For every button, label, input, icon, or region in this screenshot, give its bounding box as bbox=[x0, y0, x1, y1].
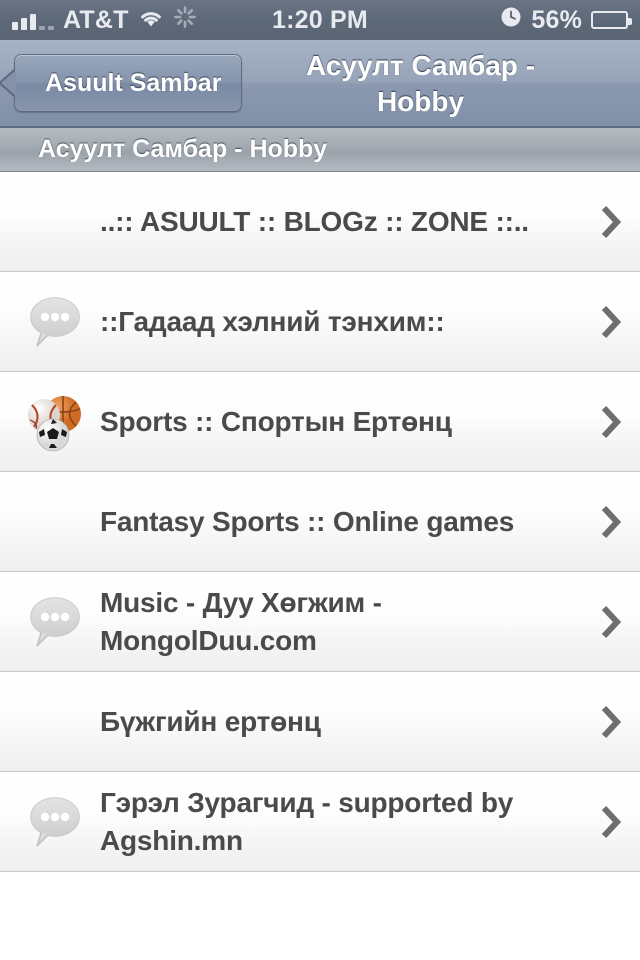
disclosure-chevron-icon[interactable] bbox=[594, 805, 640, 839]
signal-bars-icon bbox=[12, 10, 54, 30]
disclosure-chevron-icon[interactable] bbox=[594, 605, 640, 639]
back-button[interactable]: Asuult Sambar bbox=[0, 54, 243, 112]
battery-percent-label: 56% bbox=[531, 5, 582, 34]
status-bar: AT&T 1:20 PM 56% bbox=[0, 0, 640, 40]
list-item[interactable]: Бүжгийн ертөнц bbox=[0, 672, 640, 772]
list-item[interactable]: ::Гадаад хэлний тэнхим:: bbox=[0, 272, 640, 372]
battery-icon bbox=[591, 11, 632, 29]
speech-bubble-icon bbox=[18, 790, 90, 854]
disclosure-chevron-icon[interactable] bbox=[594, 305, 640, 339]
sports-balls-icon bbox=[18, 390, 90, 454]
disclosure-chevron-icon[interactable] bbox=[594, 505, 640, 539]
list-item-label: Sports :: Спортын Ертөнц bbox=[100, 405, 452, 437]
list-item-label: ::Гадаад хэлний тэнхим:: bbox=[100, 305, 445, 337]
list-item-label: Music - Дуу Хөгжим - MongolDuu.com bbox=[100, 586, 382, 656]
navigation-bar: Asuult Sambar Асуулт Самбар - Hobby bbox=[0, 40, 640, 128]
section-header-label: Асуулт Самбар - Hobby bbox=[38, 135, 328, 163]
status-bar-clock: 1:20 PM bbox=[272, 5, 368, 34]
speech-bubble-icon bbox=[18, 290, 90, 354]
speech-bubble-icon bbox=[18, 590, 90, 654]
status-bar-right: 56% bbox=[500, 0, 632, 40]
section-header: Асуулт Самбар - Hobby bbox=[0, 128, 640, 172]
list-item[interactable]: ..:: ASUULT :: BLOGz :: ZONE ::.. bbox=[0, 172, 640, 272]
page-title: Асуулт Самбар - Hobby bbox=[305, 50, 536, 117]
list-item[interactable]: Гэрэл Зурагчид - supported by Agshin.mn bbox=[0, 772, 640, 872]
list-item-label: Гэрэл Зурагчид - supported by Agshin.mn bbox=[100, 786, 514, 856]
disclosure-chevron-icon[interactable] bbox=[594, 405, 640, 439]
activity-spinner-icon bbox=[173, 5, 197, 36]
list-item[interactable]: Music - Дуу Хөгжим - MongolDuu.com bbox=[0, 572, 640, 672]
list-item[interactable]: Sports :: Спортын Ертөнц bbox=[0, 372, 640, 472]
list-item[interactable] bbox=[0, 872, 640, 960]
forum-list[interactable]: ..:: ASUULT :: BLOGz :: ZONE ::..::Гадаа… bbox=[0, 172, 640, 960]
status-bar-left: AT&T bbox=[0, 5, 197, 36]
disclosure-chevron-icon[interactable] bbox=[594, 705, 640, 739]
list-item[interactable]: Fantasy Sports :: Online games bbox=[0, 472, 640, 572]
list-item-label: Бүжгийн ертөнц bbox=[100, 705, 321, 737]
wifi-icon bbox=[138, 6, 164, 35]
list-item-label: ..:: ASUULT :: BLOGz :: ZONE ::.. bbox=[100, 205, 529, 237]
alarm-clock-icon bbox=[500, 6, 522, 35]
list-item-label: Fantasy Sports :: Online games bbox=[100, 505, 515, 537]
carrier-label: AT&T bbox=[63, 5, 129, 34]
disclosure-chevron-icon[interactable] bbox=[594, 205, 640, 239]
back-button-label: Asuult Sambar bbox=[45, 68, 222, 97]
